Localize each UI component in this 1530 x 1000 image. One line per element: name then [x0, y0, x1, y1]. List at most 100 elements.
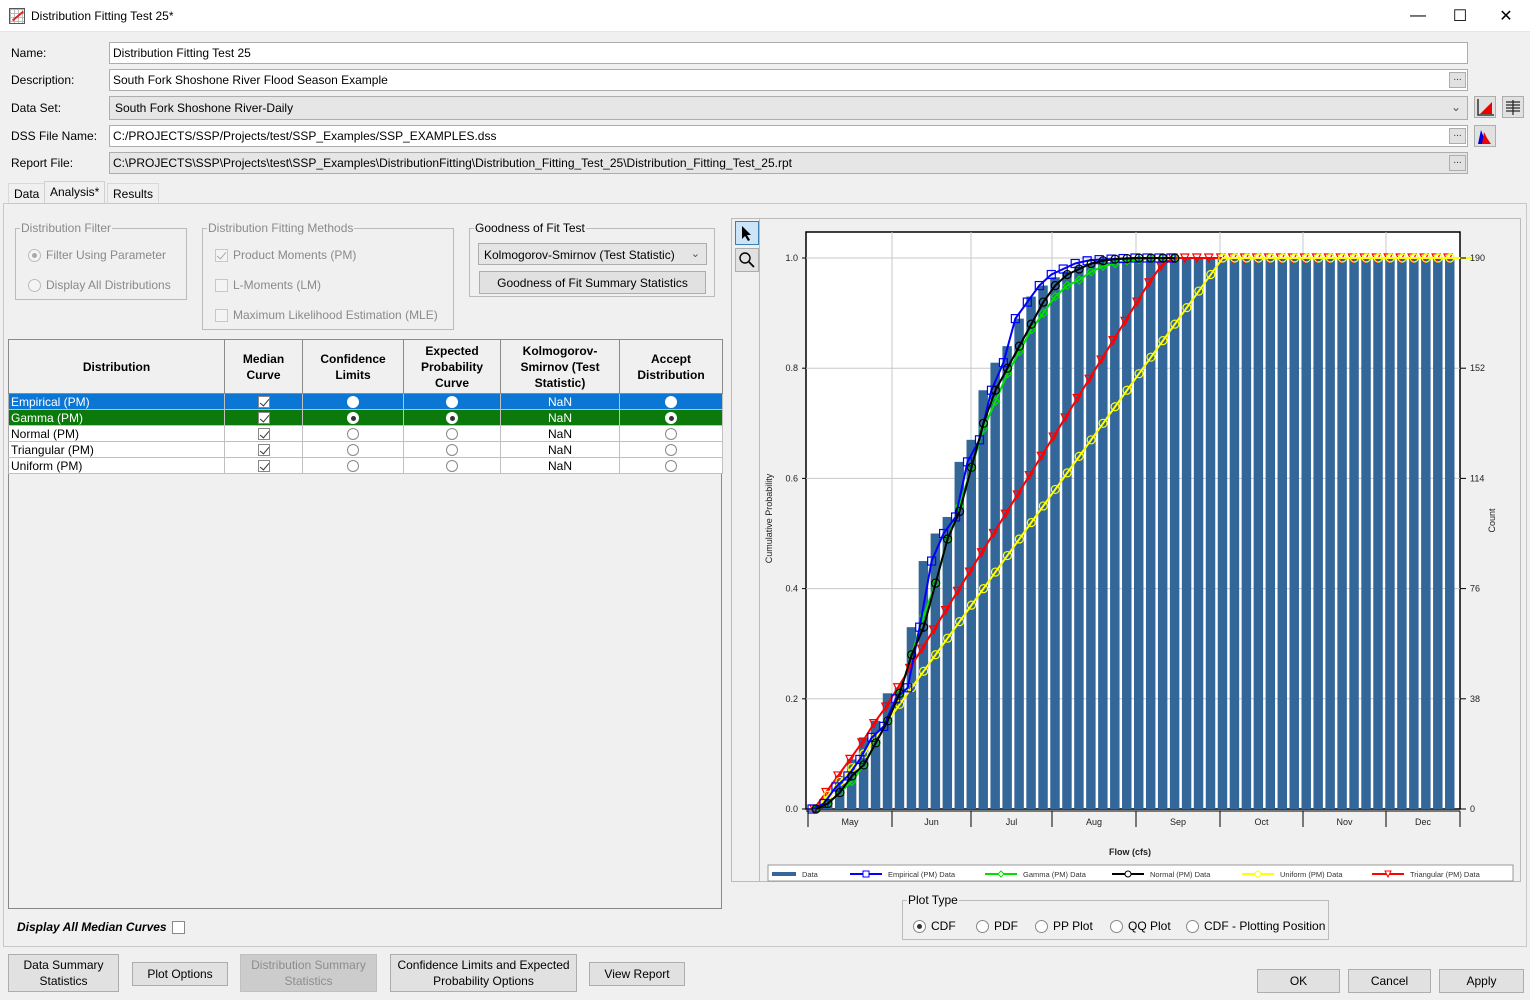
- confidence-limits-radio[interactable]: [347, 412, 359, 425]
- accept-distribution-cell[interactable]: [619, 441, 723, 458]
- plot-type-pdf-radio[interactable]: PDF: [976, 919, 1018, 933]
- plot-options-button[interactable]: Plot Options: [132, 962, 228, 986]
- accept-distribution-radio[interactable]: [665, 428, 677, 441]
- distribution-cell[interactable]: Gamma (PM): [8, 409, 225, 426]
- plot-data-set-button[interactable]: [1474, 96, 1496, 118]
- description-input[interactable]: South Fork Shoshone River Flood Season E…: [109, 69, 1468, 91]
- close-button[interactable]: ✕: [1483, 0, 1529, 32]
- dss-ellipsis-button[interactable]: ...: [1449, 128, 1466, 144]
- median-curve-cell[interactable]: [224, 409, 303, 426]
- goodness-of-fit-test-select[interactable]: Kolmogorov-Smirnov (Test Statistic) ⌄: [478, 243, 707, 265]
- distribution-cell[interactable]: Empirical (PM): [8, 393, 225, 410]
- median-curve-checkbox[interactable]: [257, 460, 270, 473]
- column-header-expected-probability[interactable]: Expected Probability Curve: [403, 339, 501, 394]
- confidence-limits-radio[interactable]: [347, 428, 359, 441]
- data-summary-statistics-button[interactable]: Data Summary Statistics: [8, 954, 119, 992]
- confidence-limits-radio[interactable]: [347, 444, 359, 457]
- accept-distribution-radio[interactable]: [665, 460, 677, 473]
- expected-probability-radio[interactable]: [446, 396, 458, 409]
- dataset-select[interactable]: South Fork Shoshone River-Daily ⌄: [109, 96, 1468, 120]
- view-report-button[interactable]: View Report: [589, 962, 685, 986]
- table-row[interactable]: Empirical (PM) NaN: [8, 393, 723, 410]
- expected-probability-radio[interactable]: [446, 412, 458, 425]
- ks-statistic-cell[interactable]: NaN: [500, 457, 620, 474]
- expected-probability-cell[interactable]: [403, 425, 501, 442]
- mle-checkbox[interactable]: Maximum Likelihood Estimation (MLE): [215, 308, 438, 322]
- distribution-summary-statistics-button[interactable]: Distribution Summary Statistics: [240, 954, 377, 992]
- confidence-limits-radio[interactable]: [347, 396, 359, 409]
- accept-distribution-cell[interactable]: [619, 457, 723, 474]
- confidence-limits-options-button[interactable]: Confidence Limits and Expected Probabili…: [390, 954, 577, 992]
- display-all-median-checkbox[interactable]: [171, 920, 185, 934]
- ok-button[interactable]: OK: [1257, 969, 1340, 993]
- expected-probability-cell[interactable]: [403, 441, 501, 458]
- column-header-ks-statistic[interactable]: Kolmogorov-Smirnov (Test Statistic): [500, 339, 620, 394]
- tab-results[interactable]: Results: [107, 183, 160, 203]
- filter-using-parameter-radio[interactable]: Filter Using Parameter: [28, 248, 166, 262]
- ks-statistic-cell[interactable]: NaN: [500, 393, 620, 410]
- accept-distribution-radio[interactable]: [665, 396, 677, 409]
- table-row[interactable]: Uniform (PM) NaN: [8, 457, 723, 474]
- distribution-cell[interactable]: Normal (PM): [8, 425, 225, 442]
- apply-button[interactable]: Apply: [1439, 969, 1524, 993]
- ks-statistic-cell[interactable]: NaN: [500, 409, 620, 426]
- display-all-distributions-radio[interactable]: Display All Distributions: [28, 278, 171, 292]
- confidence-limits-cell[interactable]: [302, 441, 404, 458]
- l-moments-checkbox[interactable]: L-Moments (LM): [215, 278, 321, 292]
- confidence-limits-cell[interactable]: [302, 457, 404, 474]
- confidence-limits-cell[interactable]: [302, 393, 404, 410]
- distribution-cell[interactable]: Triangular (PM): [8, 441, 225, 458]
- display-all-median-curves[interactable]: Display All Median Curves: [17, 920, 185, 934]
- median-curve-checkbox[interactable]: [257, 412, 270, 425]
- ks-statistic-cell[interactable]: NaN: [500, 425, 620, 442]
- zoom-tool-button[interactable]: [735, 248, 759, 272]
- median-curve-checkbox[interactable]: [257, 396, 270, 409]
- report-file-input[interactable]: C:\PROJECTS\SSP\Projects\test\SSP_Exampl…: [109, 152, 1468, 174]
- dss-file-input[interactable]: C:/PROJECTS/SSP/Projects/test/SSP_Exampl…: [109, 125, 1468, 147]
- tabulate-data-set-button[interactable]: [1502, 96, 1524, 118]
- table-row[interactable]: Gamma (PM) NaN: [8, 409, 723, 426]
- median-curve-cell[interactable]: [224, 393, 303, 410]
- product-moments-checkbox[interactable]: Product Moments (PM): [215, 248, 356, 262]
- expected-probability-radio[interactable]: [446, 460, 458, 473]
- report-ellipsis-button[interactable]: ...: [1449, 155, 1466, 171]
- expected-probability-radio[interactable]: [446, 428, 458, 441]
- column-header-confidence-limits[interactable]: Confidence Limits: [302, 339, 404, 394]
- dss-plot-button[interactable]: [1474, 125, 1496, 147]
- confidence-limits-cell[interactable]: [302, 425, 404, 442]
- accept-distribution-radio[interactable]: [665, 444, 677, 457]
- median-curve-cell[interactable]: [224, 457, 303, 474]
- plot-type-qq-plot-radio[interactable]: QQ Plot: [1110, 919, 1171, 933]
- maximize-button[interactable]: ☐: [1437, 0, 1483, 32]
- goodness-of-fit-summary-button[interactable]: Goodness of Fit Summary Statistics: [479, 271, 706, 294]
- accept-distribution-radio[interactable]: [665, 412, 677, 425]
- expected-probability-radio[interactable]: [446, 444, 458, 457]
- confidence-limits-radio[interactable]: [347, 460, 359, 473]
- name-input[interactable]: Distribution Fitting Test 25: [109, 42, 1468, 64]
- plot-type-cdf-plotting-position-radio[interactable]: CDF - Plotting Position: [1186, 919, 1325, 933]
- cdf-chart[interactable]: 0.0 0.2 0.4 0.6 0.8 1.0 0 38 76 114 152 190 May Jun Ju…: [760, 222, 1520, 882]
- median-curve-checkbox[interactable]: [257, 444, 270, 457]
- expected-probability-cell[interactable]: [403, 409, 501, 426]
- expected-probability-cell[interactable]: [403, 393, 501, 410]
- median-curve-cell[interactable]: [224, 425, 303, 442]
- plot-type-pp-plot-radio[interactable]: PP Plot: [1035, 919, 1093, 933]
- cancel-button[interactable]: Cancel: [1348, 969, 1431, 993]
- table-row[interactable]: Triangular (PM) NaN: [8, 441, 723, 458]
- distribution-cell[interactable]: Uniform (PM): [8, 457, 225, 474]
- column-header-distribution[interactable]: Distribution: [8, 339, 225, 394]
- accept-distribution-cell[interactable]: [619, 409, 723, 426]
- column-header-accept-distribution[interactable]: Accept Distribution: [619, 339, 723, 394]
- confidence-limits-cell[interactable]: [302, 409, 404, 426]
- median-curve-cell[interactable]: [224, 441, 303, 458]
- accept-distribution-cell[interactable]: [619, 393, 723, 410]
- column-header-median-curve[interactable]: Median Curve: [224, 339, 303, 394]
- plot-type-cdf-radio[interactable]: CDF: [913, 919, 956, 933]
- tab-data[interactable]: Data: [8, 183, 46, 203]
- select-tool-button[interactable]: [735, 221, 759, 245]
- table-row[interactable]: Normal (PM) NaN: [8, 425, 723, 442]
- expected-probability-cell[interactable]: [403, 457, 501, 474]
- minimize-button[interactable]: —: [1395, 0, 1441, 32]
- tab-analysis[interactable]: Analysis*: [44, 181, 106, 204]
- ks-statistic-cell[interactable]: NaN: [500, 441, 620, 458]
